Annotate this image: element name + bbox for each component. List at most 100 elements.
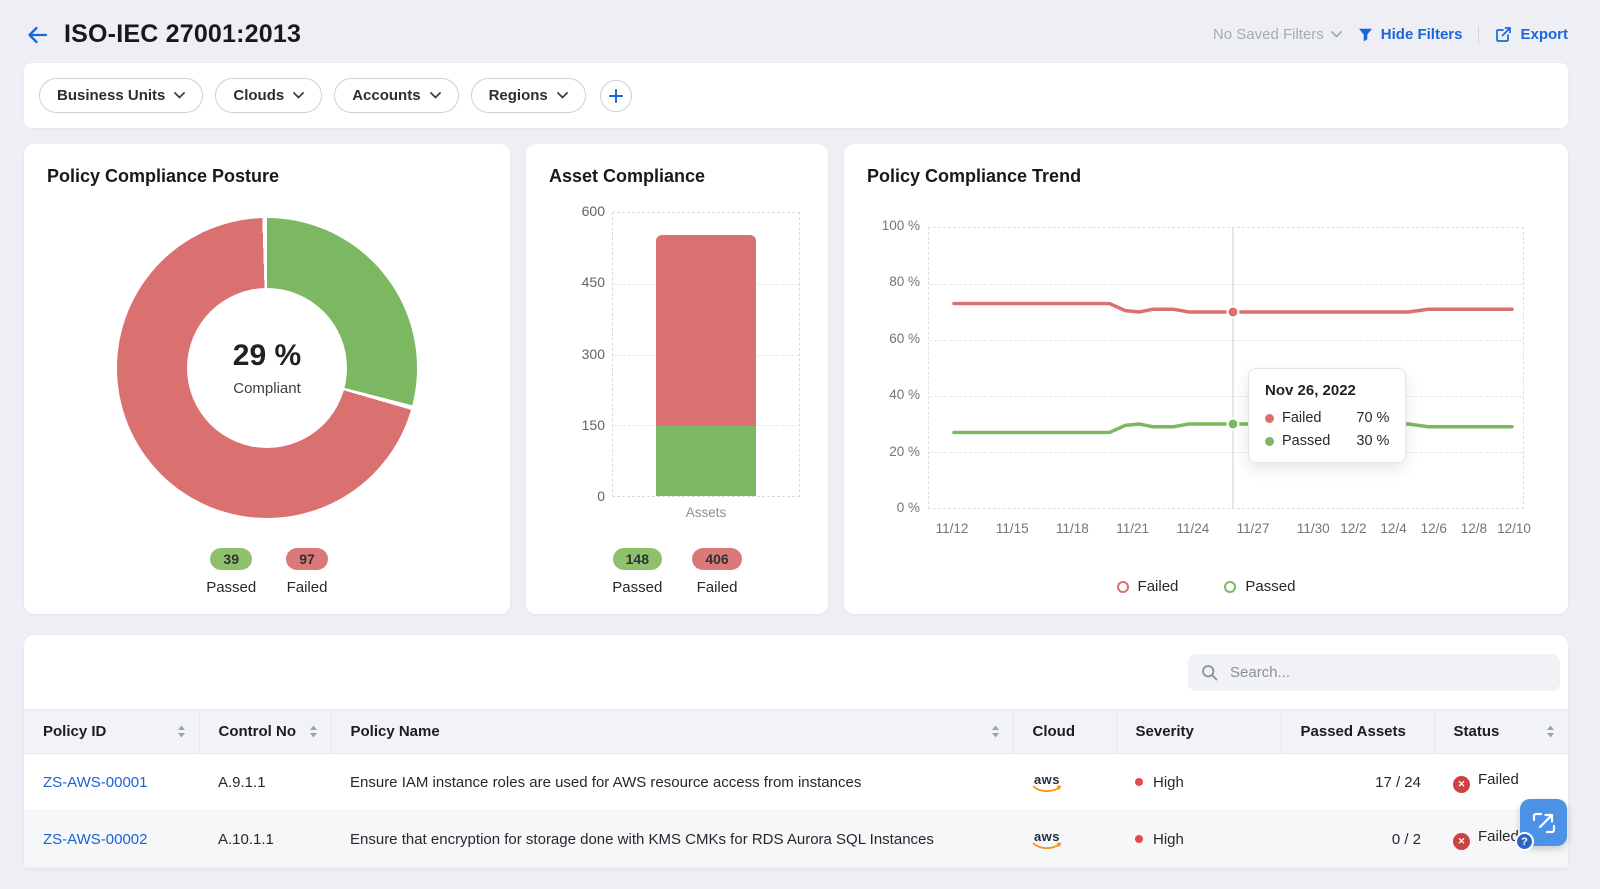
filter-pill-label: Clouds [233,87,284,104]
policy-compliance-trend-card: Policy Compliance Trend 100 % 80 % 60 % 40 … [844,144,1568,614]
trend-ytick-label: 100 % [882,218,920,233]
saved-filters-dropdown[interactable]: No Saved Filters [1213,26,1342,43]
severity-dot-icon [1135,835,1143,843]
stacked-bar [656,235,756,496]
asset-compliance-card: Asset Compliance 6004503001500 Assets 14… [526,144,828,614]
hover-dot-failed [1227,307,1238,318]
export-button[interactable]: Export [1495,26,1568,43]
passed-assets-cell: 0 / 2 [1281,811,1434,868]
tooltip-failed-value: 70 % [1338,410,1389,426]
filter-pill-business-units[interactable]: Business Units [39,78,203,113]
support-widget-button[interactable]: ? [1520,799,1567,846]
trend-xtick-label: 11/12 [936,521,969,536]
plus-icon [608,88,624,104]
trend-ytick-label: 60 % [889,331,920,346]
chevron-down-icon [1331,31,1342,38]
filter-pill-clouds[interactable]: Clouds [215,78,322,113]
tooltip-passed-label: Passed [1282,433,1330,449]
column-header-policy-id[interactable]: Policy ID [24,710,199,754]
bar-ytick-label: 300 [582,346,605,362]
search-box[interactable] [1188,654,1560,691]
question-mark-icon: ? [1515,832,1534,851]
asset-bar-chart [612,212,800,497]
trend-ytick-label: 40 % [889,387,920,402]
column-header-control-no[interactable]: Control No [199,710,331,754]
chevron-down-icon [293,92,304,99]
column-label: Passed Assets [1301,723,1406,740]
column-header-severity: Severity [1116,710,1281,754]
policies-table-section: Policy ID Control No Policy Name Cloud Sever… [24,635,1568,868]
legend-item-passed[interactable]: Passed [1224,578,1295,595]
passed-dot-icon [1265,437,1274,446]
policy-name-cell: Ensure IAM instance roles are used for A… [331,754,1013,811]
trend-xtick-label: 12/4 [1380,521,1406,536]
column-label: Control No [219,723,296,740]
severity-cell: High [1116,811,1281,868]
column-label: Severity [1136,723,1194,740]
posture-stats: 39 Passed 97 Failed [24,548,510,596]
column-header-cloud: Cloud [1013,710,1116,754]
failed-label: Failed [287,579,328,596]
severity-label: High [1153,774,1184,791]
circle-x-icon: ✕ [1453,833,1470,850]
column-label: Policy Name [351,723,440,740]
passed-assets-cell: 17 / 24 [1281,754,1434,811]
page-header: ISO-IEC 27001:2013 No Saved Filters Hide… [0,0,1600,63]
policy-id-link[interactable]: ZS-AWS-00001 [43,774,147,791]
add-filter-button[interactable] [600,80,632,112]
filter-pill-regions[interactable]: Regions [471,78,586,113]
status-label: Failed [1478,828,1519,845]
trend-xtick-label: 12/8 [1461,521,1487,536]
bar-x-axis-label: Assets [612,505,800,520]
column-header-policy-name[interactable]: Policy Name [331,710,1013,754]
export-label: Export [1520,26,1568,43]
trend-xtick-label: 12/2 [1340,521,1366,536]
bar-ytick-label: 600 [582,203,605,219]
hover-dot-passed [1227,419,1238,430]
sort-arrows-icon [177,725,186,738]
search-input[interactable] [1228,663,1547,682]
back-button[interactable] [25,23,49,47]
column-header-status[interactable]: Status [1434,710,1568,754]
tooltip-passed-row: Passed 30 % [1265,433,1389,449]
failed-legend-ring-icon [1117,581,1129,593]
passed-count-badge: 148 [613,548,662,570]
aws-logo-icon: aws [1032,830,1062,851]
passed-stat: 148 Passed [612,548,662,596]
sort-arrows-icon [1546,725,1555,738]
column-label: Status [1454,723,1500,740]
policy-id-cell: ZS-AWS-00001 [24,754,199,811]
cloud-cell: aws [1013,754,1116,811]
column-label: Cloud [1033,723,1076,740]
trend-xtick-label: 11/15 [996,521,1029,536]
tooltip-date: Nov 26, 2022 [1265,382,1389,399]
magnifier-icon [1201,664,1218,681]
trend-xtick-label: 11/30 [1297,521,1330,536]
trend-ytick-label: 80 % [889,274,920,289]
bar-y-axis: 6004503001500 [526,144,605,614]
legend-failed-label: Failed [1138,578,1179,595]
policy-id-link[interactable]: ZS-AWS-00002 [43,831,147,848]
card-title: Policy Compliance Posture [24,144,510,187]
passed-label: Passed [612,579,662,596]
failed-dot-icon [1265,414,1274,423]
policy-compliance-posture-card: Policy Compliance Posture 29 % Compliant… [24,144,510,614]
legend-item-failed[interactable]: Failed [1117,578,1179,595]
bar-ytick-label: 150 [582,417,605,433]
asset-stats: 148 Passed 406 Failed [526,548,828,596]
passed-label: Passed [206,579,256,596]
card-title: Policy Compliance Trend [844,144,1568,187]
column-header-passed-assets: Passed Assets [1281,710,1434,754]
control-no-cell: A.10.1.1 [199,811,331,868]
aws-logo-icon: aws [1032,773,1062,794]
tooltip-failed-row: Failed 70 % [1265,410,1389,426]
filter-pill-accounts[interactable]: Accounts [334,78,458,113]
trend-xtick-label: 11/21 [1116,521,1149,536]
hide-filters-button[interactable]: Hide Filters [1358,26,1463,43]
chevron-down-icon [557,92,568,99]
compliance-label: Compliant [233,380,301,397]
page-title: ISO-IEC 27001:2013 [64,20,301,49]
policy-id-cell: ZS-AWS-00002 [24,811,199,868]
divider [1478,26,1479,44]
trend-xtick-label: 11/24 [1176,521,1209,536]
